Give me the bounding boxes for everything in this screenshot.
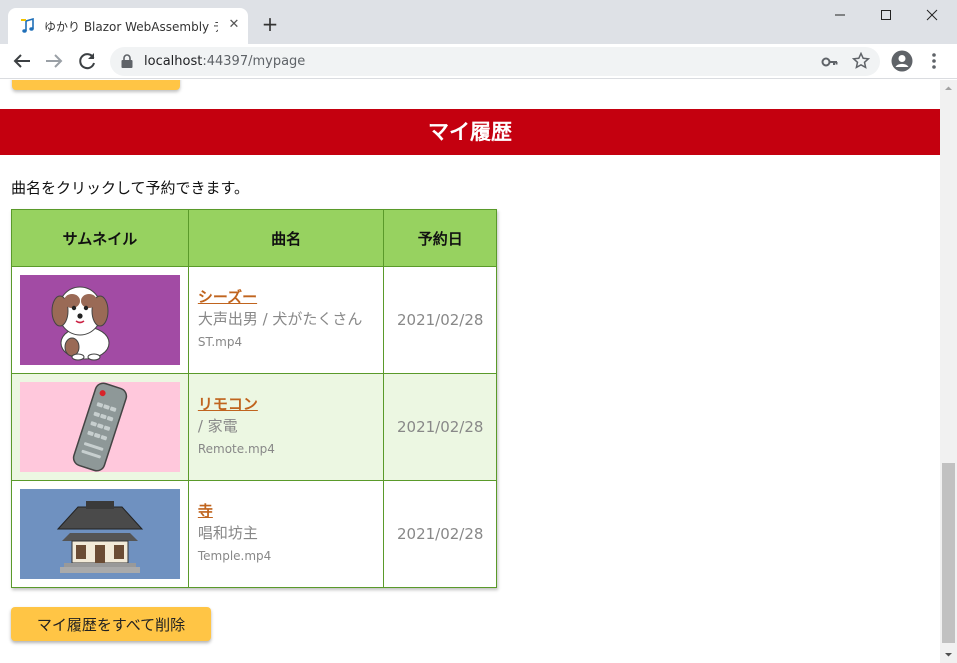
history-table: サムネイル 曲名 予約日 シーズー 大声出男 / 犬がたくさん ST.mp4 2… <box>11 209 497 588</box>
reservation-date: 2021/02/28 <box>383 266 497 374</box>
url-path: :44397/mypage <box>202 54 306 69</box>
page-viewport: マイ履歴 曲名をクリックして予約できます。 サムネイル 曲名 予約日 シーズー … <box>0 80 940 663</box>
song-title-link[interactable]: 寺 <box>198 501 384 521</box>
dog-icon <box>20 275 180 365</box>
back-arrow-icon[interactable] <box>10 49 34 73</box>
reservation-date: 2021/02/28 <box>383 480 497 588</box>
tab-strip: ゆかり Blazor WebAssembly デモ ✕ + <box>0 0 957 44</box>
song-cell: リモコン / 家電 Remote.mp4 <box>187 373 385 481</box>
thumbnail-cell <box>11 373 189 481</box>
new-tab-button[interactable]: + <box>259 13 281 35</box>
song-cell: 寺 唱和坊主 Temple.mp4 <box>187 480 385 588</box>
reservation-date: 2021/02/28 <box>383 373 497 481</box>
thumbnail-cell <box>11 480 189 588</box>
remote-control-icon <box>20 382 180 472</box>
song-file: Temple.mp4 <box>197 549 272 563</box>
forward-arrow-icon[interactable] <box>42 49 66 73</box>
song-file: ST.mp4 <box>197 335 243 349</box>
bookmark-star-icon[interactable] <box>852 52 870 70</box>
song-file: Remote.mp4 <box>197 442 275 456</box>
profile-avatar-icon[interactable] <box>891 50 913 72</box>
scrollbar-thumb[interactable] <box>942 463 955 643</box>
song-artist: 大声出男 / 犬がたくさん <box>197 310 363 328</box>
scroll-up-arrow-icon[interactable] <box>940 80 957 97</box>
scroll-down-arrow-icon[interactable] <box>940 646 957 663</box>
url-text[interactable]: localhost:44397/mypage <box>144 54 305 69</box>
page-title: マイ履歴 <box>0 109 940 155</box>
table-row: シーズー 大声出男 / 犬がたくさん ST.mp4 2021/02/28 <box>11 266 497 374</box>
table-row: 寺 唱和坊主 Temple.mp4 2021/02/28 <box>11 480 497 588</box>
table-header-row: サムネイル 曲名 予約日 <box>11 209 497 267</box>
delete-all-history-button[interactable]: マイ履歴をすべて削除 <box>11 607 211 641</box>
key-icon[interactable] <box>821 53 839 71</box>
song-artist: 唱和坊主 <box>197 524 258 542</box>
reload-icon[interactable] <box>75 49 99 73</box>
thumbnail-cell <box>11 266 189 374</box>
url-host: localhost <box>144 54 203 69</box>
more-menu-icon[interactable] <box>928 51 940 71</box>
maximize-icon[interactable] <box>863 0 909 30</box>
close-tab-icon[interactable]: ✕ <box>226 17 242 33</box>
browser-tab[interactable]: ゆかり Blazor WebAssembly デモ ✕ <box>8 8 248 44</box>
song-artist: / 家電 <box>197 417 238 435</box>
minimize-icon[interactable] <box>817 0 863 30</box>
column-header-date: 予約日 <box>383 209 497 267</box>
browser-toolbar: localhost:44397/mypage <box>0 44 957 79</box>
song-title-link[interactable]: リモコン <box>198 394 384 414</box>
address-bar[interactable]: localhost:44397/mypage <box>110 47 880 76</box>
music-note-icon <box>21 18 34 33</box>
temple-icon <box>20 489 180 579</box>
partially-visible-button[interactable] <box>12 80 180 90</box>
column-header-thumbnail: サムネイル <box>11 209 189 267</box>
close-window-icon[interactable] <box>909 0 955 30</box>
table-row: リモコン / 家電 Remote.mp4 2021/02/28 <box>11 373 497 481</box>
song-title-link[interactable]: シーズー <box>198 287 384 307</box>
lock-icon[interactable] <box>120 54 134 69</box>
column-header-song: 曲名 <box>187 209 385 267</box>
vertical-scrollbar[interactable] <box>940 80 957 663</box>
tab-title: ゆかり Blazor WebAssembly デモ <box>44 20 218 34</box>
instructions-text: 曲名をクリックして予約できます。 <box>11 179 250 197</box>
song-cell: シーズー 大声出男 / 犬がたくさん ST.mp4 <box>187 266 385 374</box>
